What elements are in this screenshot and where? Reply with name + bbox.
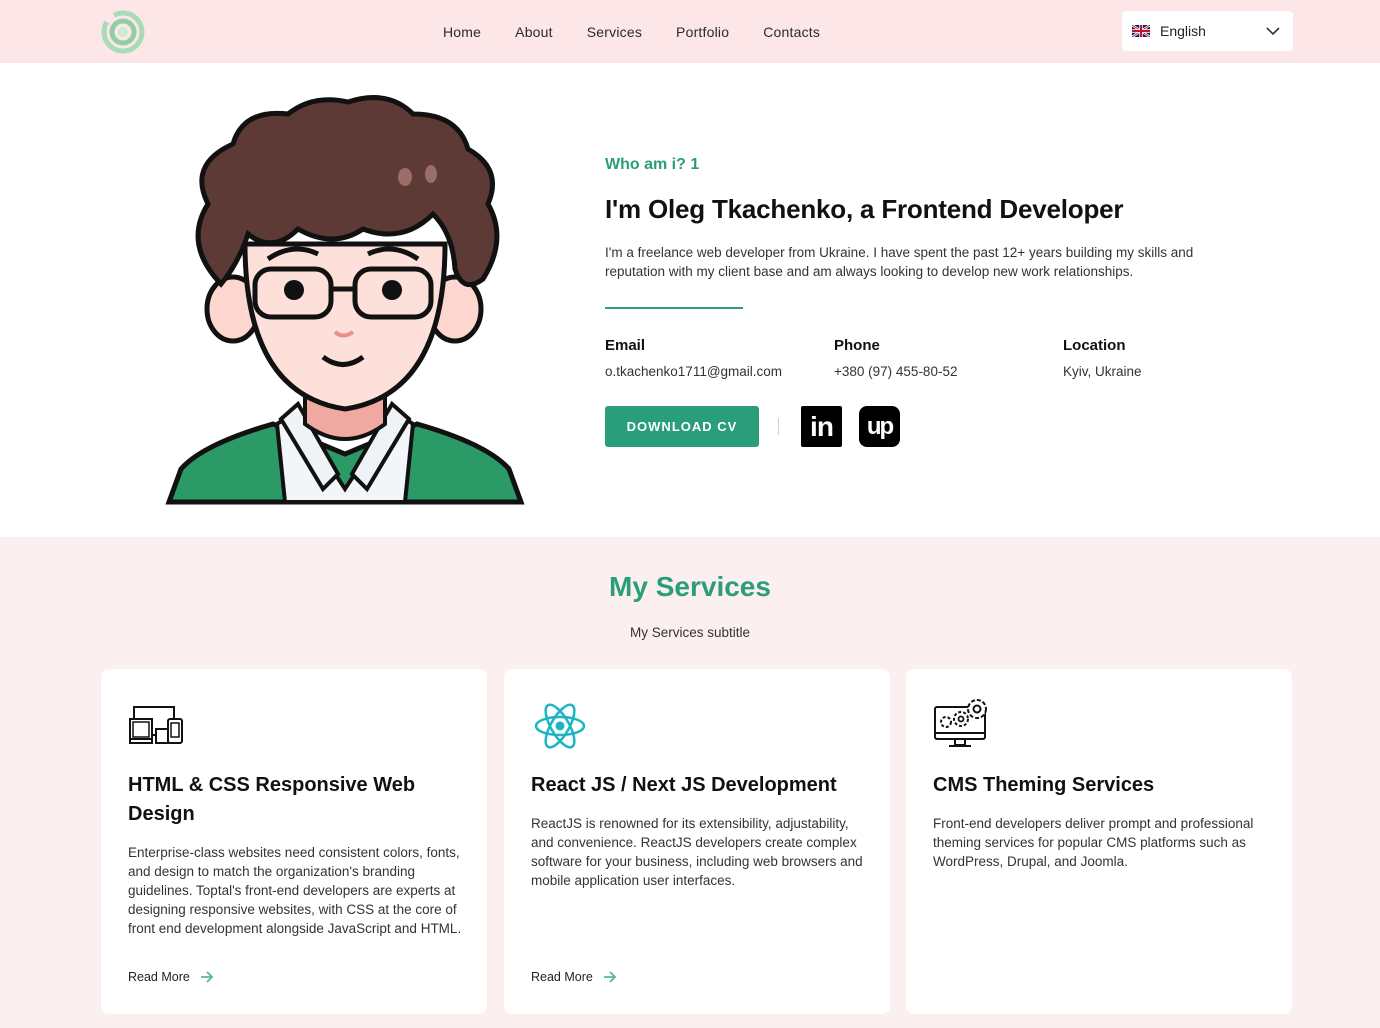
card-text: Front-end developers deliver prompt and …	[933, 816, 1254, 869]
upwork-icon[interactable]: up	[859, 406, 900, 447]
hero-title: I'm Oleg Tkachenko, a Frontend Developer	[605, 194, 1124, 224]
card-title: CMS Theming Services	[933, 774, 1155, 796]
logo-icon[interactable]	[101, 10, 145, 54]
read-more-link[interactable]: Read More	[531, 970, 617, 984]
nav-portfolio[interactable]: Portfolio	[676, 24, 729, 40]
linkedin-glyph: in	[810, 410, 834, 442]
hero-divider	[605, 307, 743, 309]
react-icon	[534, 703, 586, 749]
download-cv-button[interactable]: DOWNLOAD CV	[605, 406, 759, 447]
read-more-link[interactable]: Read More	[128, 970, 214, 984]
services-section: My Services My Services subtitle HTML & …	[0, 537, 1380, 1028]
card-title: React JS / Next JS Development	[531, 774, 837, 796]
hero-eyebrow: Who am i? 1	[605, 156, 700, 173]
arrow-right-icon	[200, 971, 214, 983]
card-text: Enterprise-class websites need consisten…	[128, 845, 462, 936]
nav-about[interactable]: About	[515, 24, 553, 40]
main-nav: Home About Services Portfolio Contacts	[443, 0, 854, 63]
email-info: Email o.tkachenko1711@gmail.com	[605, 337, 782, 379]
phone-label: Phone	[834, 337, 880, 354]
service-card-cms: CMS Theming Services Front-end developer…	[906, 669, 1292, 1014]
nav-contacts[interactable]: Contacts	[763, 24, 820, 40]
nav-home[interactable]: Home	[443, 24, 481, 40]
location-value: Kyiv, Ukraine	[1063, 364, 1142, 379]
phone-value: +380 (97) 455-80-52	[834, 364, 958, 379]
devices-icon	[129, 706, 183, 744]
language-select[interactable]: English	[1122, 11, 1293, 51]
card-title: HTML & CSS Responsive Web Design	[128, 774, 416, 825]
hero-description: I'm a freelance web developer from Ukrai…	[605, 245, 1194, 279]
services-subtitle: My Services subtitle	[629, 625, 751, 640]
read-more-label: Read More	[128, 970, 190, 984]
avatar-illustration	[165, 95, 525, 505]
service-card-react: React JS / Next JS Development ReactJS i…	[504, 669, 890, 1014]
chevron-down-icon	[1266, 27, 1280, 36]
upwork-glyph: up	[866, 412, 894, 440]
arrow-right-icon	[603, 971, 617, 983]
language-label: English	[1160, 23, 1206, 39]
location-label: Location	[1063, 337, 1126, 354]
phone-info: Phone +380 (97) 455-80-52	[834, 337, 957, 379]
card-text: ReactJS is renowned for its extensibilit…	[531, 816, 863, 888]
email-value: o.tkachenko1711@gmail.com	[605, 364, 783, 379]
uk-flag-icon	[1132, 25, 1150, 37]
service-card-html-css: HTML & CSS Responsive Web Design Enterpr…	[101, 669, 487, 1014]
read-more-label: Read More	[531, 970, 593, 984]
linkedin-icon[interactable]: in	[801, 406, 842, 447]
cms-gear-monitor-icon	[934, 699, 987, 747]
button-separator	[778, 418, 779, 435]
location-info: Location Kyiv, Ukraine	[1063, 337, 1142, 379]
services-title: My Services	[609, 571, 771, 602]
site-header: Home About Services Portfolio Contacts E…	[0, 0, 1380, 63]
nav-services[interactable]: Services	[587, 24, 642, 40]
email-label: Email	[605, 337, 646, 354]
